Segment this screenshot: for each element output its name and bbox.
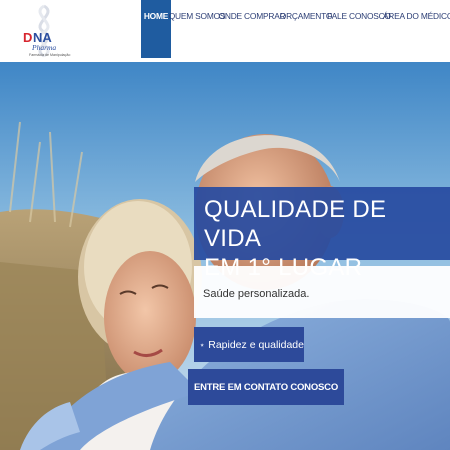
svg-text:D: D — [23, 30, 32, 45]
hero-subtitle: Saúde personalizada. — [203, 288, 310, 300]
feature-label: Rapidez e qualidade — [208, 338, 304, 351]
svg-text:Pharma: Pharma — [31, 43, 56, 52]
nav-quem-somos[interactable]: QUEM SOMOS — [169, 0, 226, 58]
feature-badge: Rapidez e qualidade — [194, 327, 304, 362]
headline-panel: QUALIDADE DE VIDA EM 1° LUGAR — [194, 187, 450, 281]
headline-line-1: QUALIDADE DE VIDA — [204, 196, 387, 252]
contact-us-button[interactable]: ENTRE EM CONTATO CONOSCO — [188, 369, 344, 405]
subtitle-panel: Saúde personalizada. — [194, 266, 450, 318]
nav-home[interactable]: HOME — [141, 0, 171, 58]
site-header: D NA Pharma Farmácia de Manipulação HOME… — [0, 0, 450, 62]
star-icon — [200, 342, 204, 347]
nav-orcamento[interactable]: ORÇAMENTO — [280, 0, 333, 58]
hero-banner: QUALIDADE DE VIDA EM 1° LUGAR Saúde pers… — [0, 62, 450, 450]
svg-text:Farmácia de Manipulação: Farmácia de Manipulação — [29, 53, 70, 57]
dna-pharma-logo[interactable]: D NA Pharma Farmácia de Manipulação — [14, 4, 74, 58]
nav-area-do-medico[interactable]: ÁREA DO MÉDICO — [383, 0, 450, 58]
main-nav: HOME QUEM SOMOS ONDE COMPRAR ORÇAMENTO F… — [141, 0, 450, 58]
nav-fale-conosco[interactable]: FALE CONOSCO — [327, 0, 391, 58]
nav-onde-comprar[interactable]: ONDE COMPRAR — [219, 0, 286, 58]
